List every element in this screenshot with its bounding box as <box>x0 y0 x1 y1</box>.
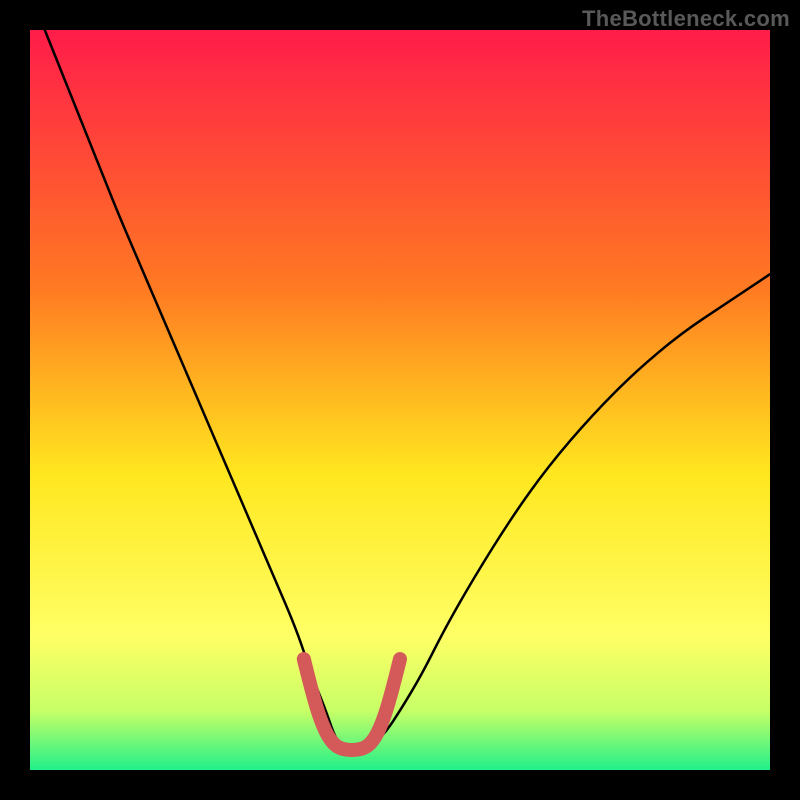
chart-svg <box>0 0 800 800</box>
chart-frame: { "watermark": "TheBottleneck.com", "col… <box>0 0 800 800</box>
watermark: TheBottleneck.com <box>582 6 790 32</box>
